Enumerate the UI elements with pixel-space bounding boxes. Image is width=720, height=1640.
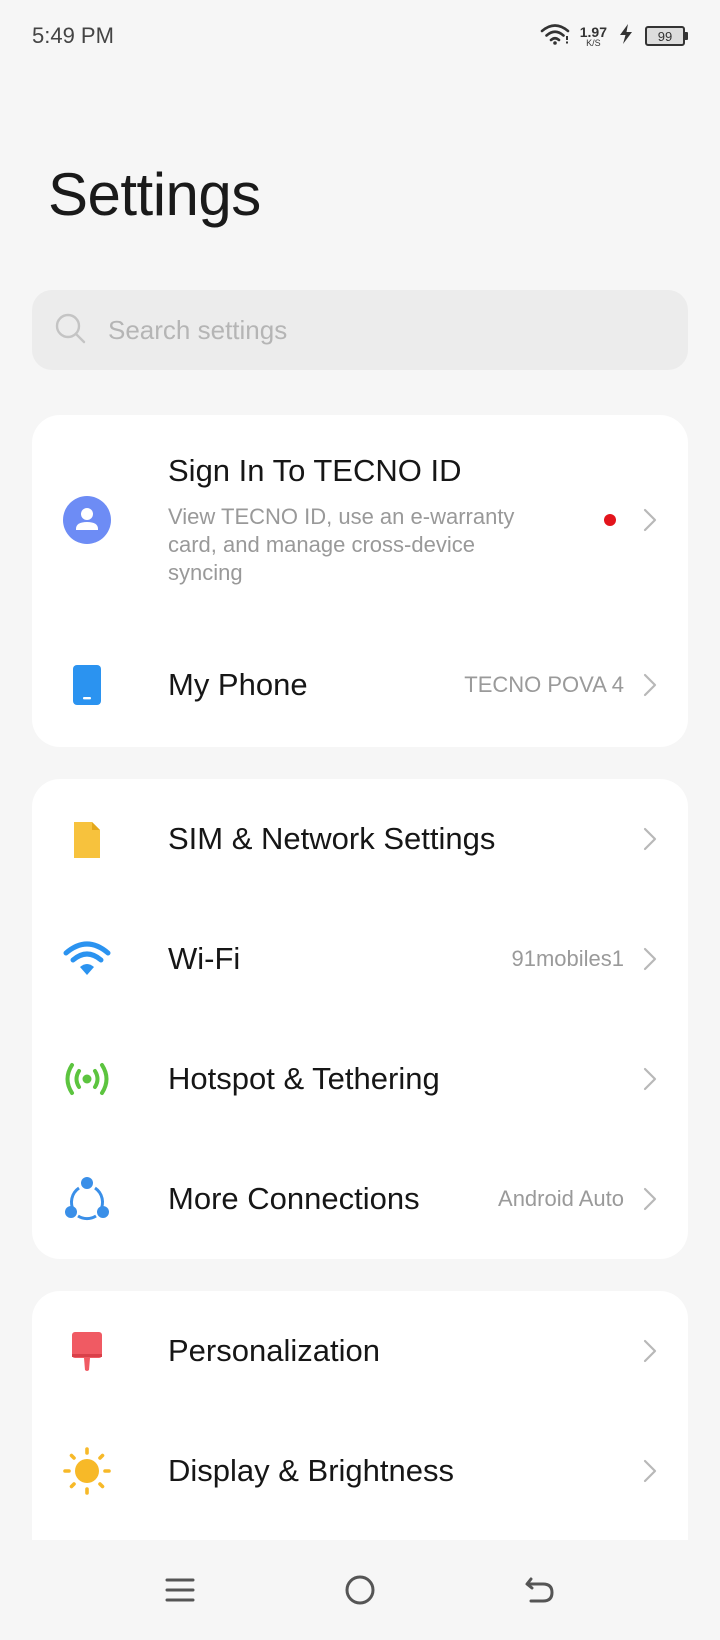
phone-icon — [62, 660, 112, 710]
display-brightness-row[interactable]: Display & Brightness — [32, 1411, 688, 1531]
search-input[interactable] — [108, 314, 628, 346]
chevron-right-icon — [643, 1459, 657, 1483]
wifi-signal-icon — [540, 23, 570, 50]
more-connections-label: More Connections — [168, 1181, 420, 1216]
network-speed-unit: K/S — [586, 37, 601, 48]
more-connections-icon — [62, 1174, 112, 1224]
my-phone-value: TECNO POVA 4 — [464, 672, 624, 697]
network-speed-value: 1.97 — [579, 23, 607, 40]
home-icon[interactable] — [335, 1565, 385, 1615]
brightness-icon — [62, 1446, 112, 1496]
chevron-right-icon — [643, 1187, 657, 1211]
sim-network-label: SIM & Network Settings — [168, 821, 496, 856]
status-bar: 5:49 PM 1.97 K/S 99 — [0, 0, 720, 72]
sim-network-row[interactable]: SIM & Network Settings — [32, 779, 688, 899]
chevron-right-icon — [643, 1067, 657, 1091]
chevron-right-icon — [643, 508, 657, 532]
wifi-label: Wi-Fi — [168, 941, 241, 976]
network-speed: 1.97 K/S — [580, 25, 607, 48]
wifi-value: 91mobiles1 — [511, 946, 624, 971]
battery-icon: 99 — [645, 26, 688, 46]
wifi-row[interactable]: Wi-Fi 91mobiles1 — [32, 899, 688, 1019]
page-title: Settings — [48, 161, 261, 228]
sign-in-title: Sign In To TECNO ID — [168, 453, 462, 488]
device-card: Personalization Display & Brightness — [32, 1291, 688, 1540]
sign-in-text: Sign In To TECNO ID View TECNO ID, use a… — [168, 453, 604, 587]
more-connections-row[interactable]: More Connections Android Auto — [32, 1139, 688, 1259]
brush-icon — [62, 1326, 112, 1376]
back-icon[interactable] — [515, 1565, 565, 1615]
notification-dot — [604, 514, 616, 526]
search-icon — [54, 312, 86, 349]
status-time: 5:49 PM — [32, 23, 114, 48]
hotspot-row[interactable]: Hotspot & Tethering — [32, 1019, 688, 1139]
account-card: Sign In To TECNO ID View TECNO ID, use a… — [32, 415, 688, 747]
chevron-right-icon — [643, 947, 657, 971]
menu-icon[interactable] — [155, 1565, 205, 1615]
personalization-row[interactable]: Personalization — [32, 1291, 688, 1411]
sign-in-row[interactable]: Sign In To TECNO ID View TECNO ID, use a… — [32, 415, 688, 625]
search-bar[interactable] — [32, 290, 688, 370]
personalization-label: Personalization — [168, 1333, 380, 1368]
chevron-right-icon — [643, 673, 657, 697]
chevron-right-icon — [643, 827, 657, 851]
status-icons: 1.97 K/S 99 — [540, 23, 688, 50]
sim-card-icon — [62, 814, 112, 864]
my-phone-label: My Phone — [168, 667, 308, 702]
settings-screen: 5:49 PM 1.97 K/S 99 Settings Search sett… — [0, 0, 720, 1640]
hotspot-label: Hotspot & Tethering — [168, 1061, 440, 1096]
battery-level: 99 — [645, 26, 685, 46]
chevron-right-icon — [643, 1339, 657, 1363]
navigation-bar — [0, 1540, 720, 1640]
my-phone-row[interactable]: My Phone TECNO POVA 4 — [32, 625, 688, 745]
connections-card: SIM & Network Settings Wi-Fi 91mobiles1 — [32, 779, 688, 1259]
account-icon — [62, 495, 112, 545]
sign-in-description: View TECNO ID, use an e-warranty card, a… — [168, 504, 515, 585]
more-connections-value: Android Auto — [498, 1186, 624, 1211]
charging-icon — [617, 23, 635, 50]
display-brightness-label: Display & Brightness — [168, 1453, 455, 1488]
wifi-icon — [62, 934, 112, 984]
hotspot-icon — [62, 1054, 112, 1104]
